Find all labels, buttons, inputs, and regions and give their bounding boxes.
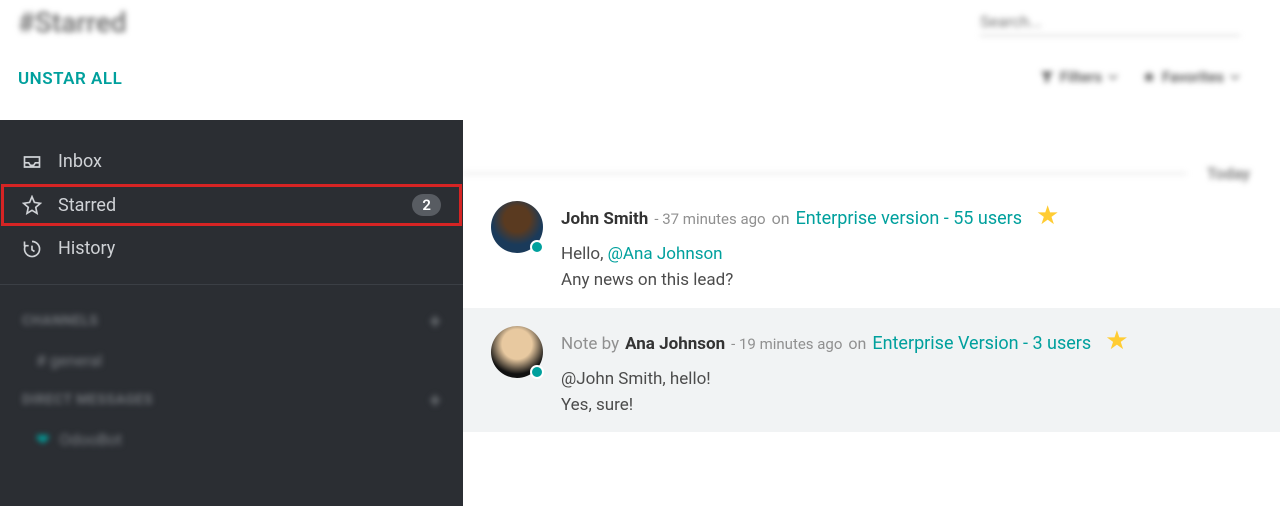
star-toggle[interactable]: ★: [1036, 201, 1059, 231]
message-item: John Smith - 37 minutes ago on Enterpris…: [463, 183, 1280, 308]
sidebar-item-label: History: [58, 238, 115, 259]
sidebar-item-starred[interactable]: Starred 2: [0, 183, 463, 227]
message-timestamp: - 37 minutes ago: [654, 210, 765, 228]
message-content: @John Smith, hello! Yes, sure!: [561, 366, 1252, 419]
sidebar: Inbox Starred 2 History CHANNELS + # gen…: [0, 120, 463, 506]
day-separator: Today: [463, 164, 1280, 183]
chevron-down-icon: [1230, 72, 1240, 82]
star-toggle[interactable]: ★: [1105, 326, 1128, 356]
message-author[interactable]: Ana Johnson: [625, 334, 725, 354]
unstar-all-button[interactable]: UNSTAR ALL: [18, 69, 122, 89]
favorites-dropdown[interactable]: Favorites: [1142, 68, 1240, 86]
sidebar-item-label: Inbox: [58, 151, 102, 172]
starred-count-badge: 2: [412, 194, 441, 216]
inbox-icon: [22, 152, 42, 172]
channels-header: CHANNELS +: [0, 299, 463, 343]
add-dm-button[interactable]: +: [430, 388, 441, 412]
history-icon: [22, 239, 42, 259]
filters-label: Filters: [1060, 68, 1102, 86]
note-prefix: Note by: [561, 334, 619, 354]
chevron-down-icon: [1108, 72, 1118, 82]
avatar[interactable]: [491, 201, 543, 253]
avatar[interactable]: [491, 326, 543, 378]
dm-item-odoobot[interactable]: ❤ OdooBot: [0, 422, 463, 457]
sidebar-item-history[interactable]: History: [0, 227, 463, 270]
message-timestamp: - 19 minutes ago: [731, 335, 842, 353]
message-author[interactable]: John Smith: [561, 209, 648, 229]
filter-icon: [1040, 70, 1054, 84]
search-input[interactable]: [980, 8, 1240, 36]
star-icon: [22, 195, 42, 215]
mention[interactable]: @Ana Johnson: [608, 244, 723, 264]
presence-indicator: [530, 365, 544, 379]
channel-item-general[interactable]: # general: [0, 343, 463, 378]
add-channel-button[interactable]: +: [430, 309, 441, 333]
message-list: Today John Smith - 37 minutes ago on Ent…: [463, 120, 1280, 506]
sidebar-item-inbox[interactable]: Inbox: [0, 140, 463, 183]
message-record-link[interactable]: Enterprise version - 55 users: [796, 208, 1022, 229]
dm-header: DIRECT MESSAGES +: [0, 378, 463, 422]
filters-dropdown[interactable]: Filters: [1040, 68, 1118, 86]
message-item: Note by Ana Johnson - 19 minutes ago on …: [463, 308, 1280, 433]
message-on-label: on: [772, 209, 790, 228]
favorites-label: Favorites: [1162, 68, 1224, 86]
message-content: Hello, @Ana Johnson Any news on this lea…: [561, 241, 1252, 294]
message-on-label: on: [848, 334, 866, 353]
message-record-link[interactable]: Enterprise Version - 3 users: [872, 333, 1091, 354]
presence-indicator: [530, 240, 544, 254]
star-icon: [1142, 70, 1156, 84]
sidebar-item-label: Starred: [58, 195, 116, 216]
